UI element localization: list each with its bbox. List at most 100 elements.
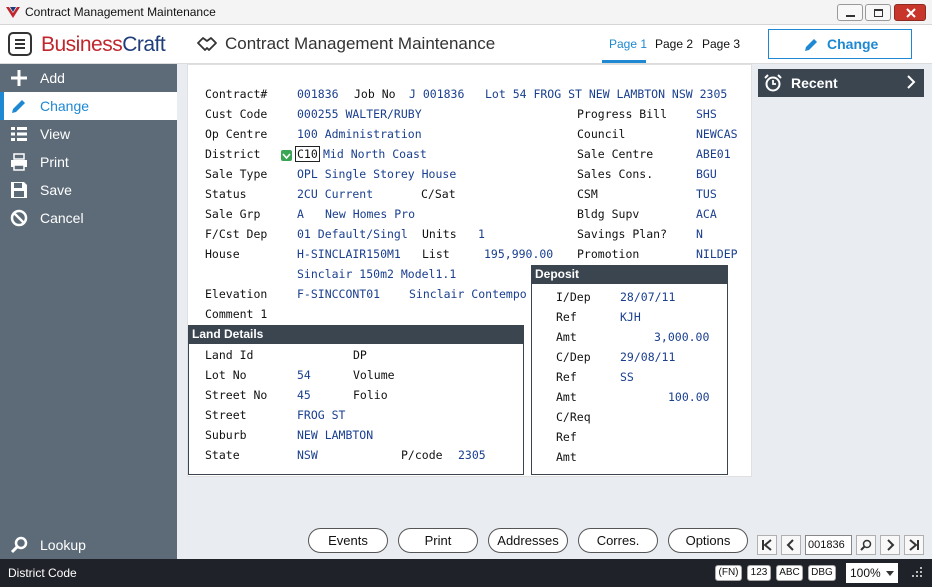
- addresses-button[interactable]: Addresses: [488, 528, 568, 553]
- chevron-left-icon: [786, 539, 794, 551]
- handshake-icon: [197, 37, 217, 51]
- maximize-button[interactable]: [865, 4, 891, 21]
- ref1-field[interactable]: KJH: [620, 310, 641, 324]
- streetno-field[interactable]: 45: [297, 388, 311, 402]
- csm-field[interactable]: TUS: [696, 187, 717, 201]
- folio-label: Folio: [353, 388, 388, 402]
- sidebar-item-cancel[interactable]: Cancel: [0, 204, 177, 232]
- volume-label: Volume: [353, 368, 395, 382]
- alarm-clock-icon: [764, 74, 782, 92]
- lookup-dropdown-icon[interactable]: [281, 150, 292, 161]
- tab-page-3[interactable]: Page 3: [702, 37, 740, 51]
- suburb-field[interactable]: NEW LAMBTON: [297, 428, 373, 442]
- comment-label: Comment 1: [205, 307, 268, 321]
- csat-label: C/Sat: [421, 187, 456, 201]
- sidebar-item-change[interactable]: Change: [0, 92, 177, 120]
- restore-icon: [874, 9, 883, 17]
- saletype-field[interactable]: OPL Single Storey House: [297, 167, 456, 181]
- salecentre-field[interactable]: ABE01: [696, 147, 731, 161]
- sidebar-item-lookup[interactable]: Lookup: [0, 531, 177, 559]
- amt1-field[interactable]: 3,000.00: [654, 330, 709, 344]
- promotion-field[interactable]: NILDEP: [696, 247, 738, 261]
- active-indicator: [0, 92, 4, 120]
- progressbill-field[interactable]: SHS: [696, 107, 717, 121]
- salegrp-field[interactable]: A: [297, 207, 304, 221]
- pencil-icon: [805, 39, 817, 51]
- opcentre-label: Op Centre: [205, 127, 268, 141]
- first-record-button[interactable]: [757, 535, 777, 555]
- correspondence-button[interactable]: Corres.: [578, 528, 658, 553]
- elevation-name: Sinclair Contempo: [409, 287, 527, 301]
- district-code-input[interactable]: C10: [295, 146, 320, 162]
- options-button[interactable]: Options: [668, 528, 748, 553]
- tab-page-1[interactable]: Page 1: [609, 37, 647, 51]
- menu-button[interactable]: [8, 32, 32, 56]
- sidebar-item-label: Change: [40, 98, 90, 114]
- status-field[interactable]: 2CU Current: [297, 187, 373, 201]
- next-record-button[interactable]: [880, 535, 900, 555]
- amt2-field[interactable]: 100.00: [668, 390, 710, 404]
- record-number-input[interactable]: 001836: [805, 535, 852, 555]
- plus-icon: [11, 70, 27, 86]
- print-button[interactable]: Print: [398, 528, 478, 553]
- creq-label: C/Req: [556, 410, 591, 424]
- chevron-right-icon: [907, 75, 916, 89]
- sidebar-item-add[interactable]: Add: [0, 64, 177, 92]
- cdep-field[interactable]: 29/08/11: [620, 350, 675, 364]
- alpha-mode-badge[interactable]: ABC: [776, 565, 803, 581]
- saletype-label: Sale Type: [205, 167, 268, 181]
- fn-mode-badge[interactable]: (FN): [715, 565, 742, 581]
- search-icon: [10, 536, 28, 554]
- tab-page-2[interactable]: Page 2: [655, 37, 693, 51]
- fcstdep-field[interactable]: 01 Default/Singl: [297, 227, 408, 241]
- find-record-button[interactable]: [856, 535, 876, 555]
- amt3-label: Amt: [556, 450, 577, 464]
- close-icon: [906, 8, 916, 18]
- state-field[interactable]: NSW: [297, 448, 318, 462]
- street-field[interactable]: FROG ST: [297, 408, 345, 422]
- mode-change-button[interactable]: Change: [768, 29, 912, 59]
- elevation-label: Elevation: [205, 287, 268, 301]
- sidebar-item-print[interactable]: Print: [0, 148, 177, 176]
- minimize-button[interactable]: [837, 4, 863, 21]
- close-button[interactable]: [894, 4, 926, 21]
- recent-label: Recent: [791, 75, 838, 91]
- printer-icon: [11, 153, 27, 171]
- council-field[interactable]: NEWCAS: [696, 127, 738, 141]
- previous-record-button[interactable]: [781, 535, 801, 555]
- hamburger-icon: [15, 39, 25, 41]
- contract-field[interactable]: 001836: [297, 87, 339, 101]
- last-record-button[interactable]: [904, 535, 924, 555]
- sidebar-item-view[interactable]: View: [0, 120, 177, 148]
- page-title: Contract Management Maintenance: [225, 34, 496, 53]
- fcstdep-label: F/Cst Dep: [205, 227, 268, 241]
- opcentre-field[interactable]: 100 Administration: [297, 127, 422, 141]
- salescons-label: Sales Cons.: [577, 167, 654, 181]
- hamburger-icon-line: [15, 43, 25, 45]
- bldgsupv-field[interactable]: ACA: [696, 207, 717, 221]
- cancel-icon: [10, 209, 28, 227]
- sidebar-item-label: Cancel: [40, 210, 84, 226]
- salescons-field[interactable]: BGU: [696, 167, 717, 181]
- units-field[interactable]: 1: [478, 227, 485, 241]
- idep-field[interactable]: 28/07/11: [620, 290, 675, 304]
- elevation-field[interactable]: F-SINCCONT01: [297, 287, 380, 301]
- zoom-select[interactable]: 100%: [846, 563, 898, 583]
- csm-label: CSM: [577, 187, 598, 201]
- ref2-field[interactable]: SS: [620, 370, 634, 384]
- house-field[interactable]: H-SINCLAIR150M1: [297, 247, 401, 261]
- numeric-mode-badge[interactable]: 123: [747, 565, 771, 581]
- amt2-label: Amt: [556, 390, 577, 404]
- pcode-field[interactable]: 2305: [458, 448, 486, 462]
- events-button[interactable]: Events: [308, 528, 388, 553]
- savings-field[interactable]: N: [696, 227, 703, 241]
- app-header: BusinessCraft Contract Management Mainte…: [0, 25, 932, 64]
- resize-grip-icon[interactable]: [910, 565, 924, 579]
- custcode-field[interactable]: 000255 WALTER/RUBY: [297, 107, 422, 121]
- lotno-field[interactable]: 54: [297, 368, 311, 382]
- sidebar-item-save[interactable]: Save: [0, 176, 177, 204]
- idep-label: I/Dep: [556, 290, 591, 304]
- jobno-field[interactable]: J 001836: [409, 87, 464, 101]
- debug-badge[interactable]: DBG: [808, 565, 836, 581]
- recent-panel-header[interactable]: Recent: [758, 69, 924, 97]
